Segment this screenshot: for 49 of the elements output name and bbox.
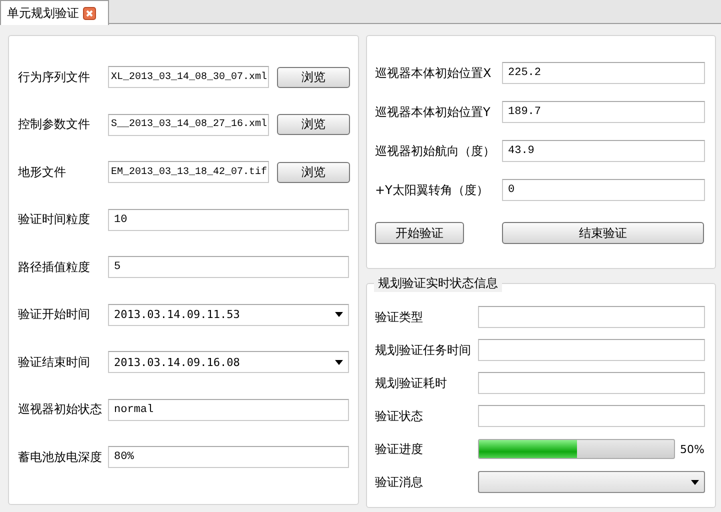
caret-icon bbox=[335, 312, 343, 317]
dropdown[interactable]: 2013.03.14.09.16.08 bbox=[108, 351, 349, 373]
dropdown[interactable] bbox=[478, 471, 705, 493]
field-label: 验证结束时间 bbox=[18, 354, 91, 370]
input-field[interactable]: 5 bbox=[108, 256, 349, 278]
field-label: 验证开始时间 bbox=[18, 306, 91, 323]
input-field[interactable]: 0 bbox=[502, 179, 705, 201]
field-label: 蓄电池放电深度 bbox=[18, 448, 103, 466]
file-path-field[interactable]: XL_2013_03_14_08_30_07.xml bbox=[108, 66, 269, 88]
field-label: 巡视器初始状态 bbox=[18, 401, 103, 418]
field-label: 巡视器初始航向（度） bbox=[375, 142, 496, 160]
field-label: 验证状态 bbox=[375, 408, 424, 424]
field-label: 路径插值粒度 bbox=[18, 258, 91, 276]
input-field[interactable]: 189.7 bbox=[502, 101, 705, 123]
stop-button[interactable]: 结束验证 bbox=[502, 222, 704, 244]
caret-icon bbox=[335, 360, 343, 364]
field-label: +Y太阳翼转角（度） bbox=[375, 182, 490, 198]
input-field[interactable]: 80% bbox=[108, 446, 349, 468]
input-field[interactable] bbox=[478, 372, 705, 394]
file-path-field[interactable]: EM_2013_03_13_18_42_07.tif bbox=[108, 161, 269, 183]
field-label: 地形文件 bbox=[18, 164, 67, 180]
tab[interactable]: 单元规划验证 bbox=[0, 0, 109, 25]
group-title: 规划验证实时状态信息 bbox=[374, 275, 502, 292]
input-field[interactable]: 43.9 bbox=[502, 140, 705, 162]
field-label: 验证时间粒度 bbox=[18, 211, 91, 228]
field-label: 巡视器本体初始位置Y bbox=[375, 104, 492, 120]
dropdown[interactable]: 2013.03.14.09.11.53 bbox=[108, 304, 349, 326]
input-field[interactable]: normal bbox=[108, 398, 349, 420]
field-label: 验证进度 bbox=[375, 440, 424, 458]
input-field[interactable]: 225.2 bbox=[502, 62, 705, 84]
input-field[interactable] bbox=[478, 405, 705, 427]
field-label: 控制参数文件 bbox=[18, 116, 91, 133]
field-label: 行为序列文件 bbox=[18, 68, 91, 86]
field-label: 巡视器本体初始位置X bbox=[375, 64, 492, 82]
start-button[interactable]: 开始验证 bbox=[375, 222, 464, 244]
field-label: 规划验证耗时 bbox=[375, 374, 448, 392]
caret-icon bbox=[691, 480, 699, 484]
progress-reading: 50% bbox=[680, 442, 704, 456]
field-label: 规划验证任务时间 bbox=[375, 342, 472, 358]
input-field[interactable] bbox=[478, 306, 705, 328]
close-icon[interactable] bbox=[83, 6, 96, 20]
browse-button[interactable]: 浏览 bbox=[277, 114, 350, 135]
field-label: 验证类型 bbox=[375, 308, 424, 326]
file-path-field[interactable]: S__2013_03_14_08_27_16.xml bbox=[108, 114, 269, 136]
input-field[interactable] bbox=[478, 339, 705, 361]
browse-button[interactable]: 浏览 bbox=[277, 66, 350, 88]
input-field[interactable]: 10 bbox=[108, 208, 349, 230]
browse-button[interactable]: 浏览 bbox=[277, 162, 350, 182]
field-label: 验证消息 bbox=[375, 474, 424, 490]
